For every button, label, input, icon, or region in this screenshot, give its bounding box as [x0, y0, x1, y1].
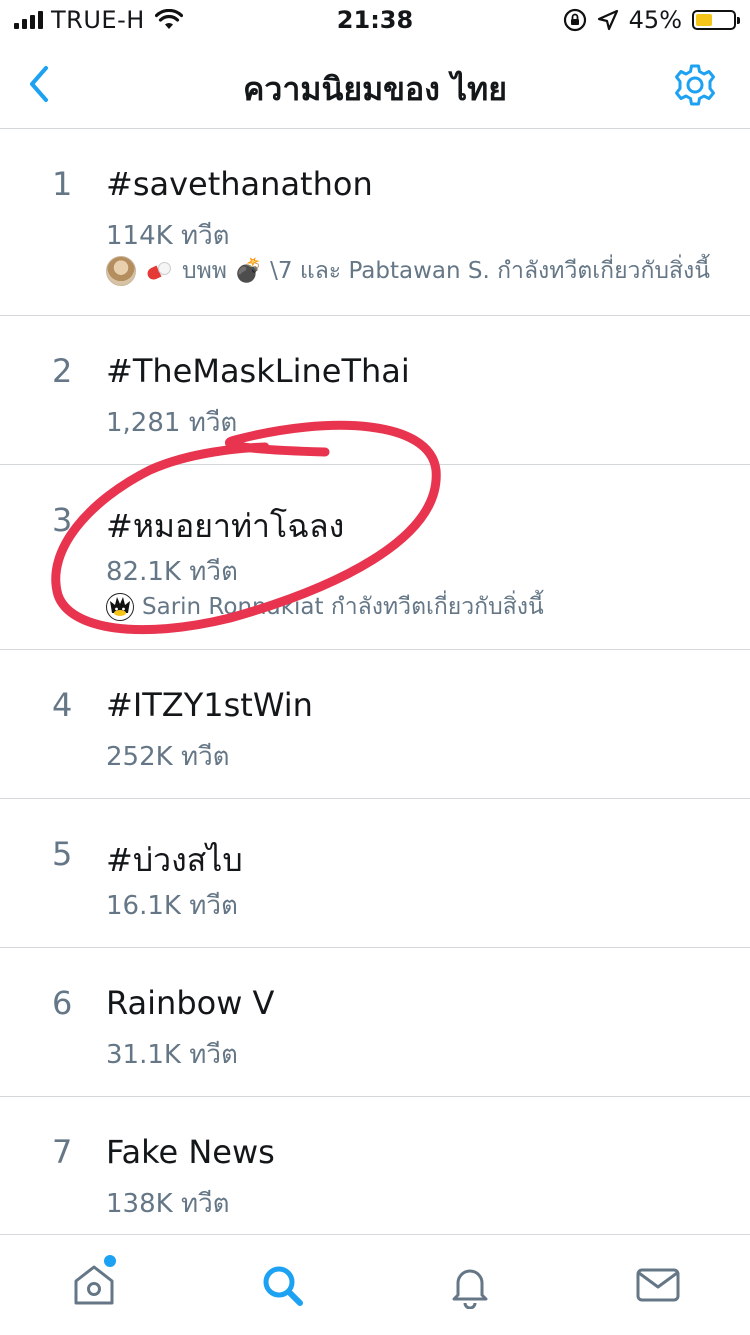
trend-tweet-count: 114K ทวีต	[106, 221, 230, 251]
trend-item-7[interactable]: 7 Fake News 138K ทวีต	[0, 1097, 750, 1239]
user-avatar	[106, 256, 136, 286]
trend-rank: 2	[52, 352, 73, 390]
trend-context-text: บพพ 💣 \7 และ Pabtawan S. กำลังทวีตเกี่ยว…	[182, 258, 710, 284]
gear-icon[interactable]	[672, 62, 718, 108]
trend-tweet-count: 82.1K ทวีต	[106, 557, 238, 587]
trend-name[interactable]: #บ่วงสไบ	[106, 835, 243, 886]
trend-item-5[interactable]: 5 #บ่วงสไบ 16.1K ทวีต	[0, 799, 750, 948]
nav-bar: ความนิยมของ ไทย	[0, 40, 750, 129]
home-icon[interactable]	[70, 1261, 118, 1309]
trend-rank: 1	[52, 165, 73, 203]
trend-name[interactable]: Fake News	[106, 1133, 275, 1171]
page-title: ความนิยมของ ไทย	[243, 70, 507, 108]
orientation-lock-icon	[563, 8, 586, 32]
trend-rank: 4	[52, 686, 73, 724]
location-arrow-icon	[597, 9, 618, 31]
trend-item-4[interactable]: 4 #ITZY1stWin 252K ทวีต	[0, 650, 750, 799]
messages-icon[interactable]	[634, 1261, 682, 1309]
trend-tweet-count: 16.1K ทวีต	[106, 891, 238, 921]
notifications-icon[interactable]	[446, 1261, 494, 1309]
trend-tweet-count: 1,281 ทวีต	[106, 408, 238, 438]
trend-list: 1 #savethanathon 114K ทวีต บพพ 💣 \7 และ …	[0, 129, 750, 1239]
trend-rank: 7	[52, 1133, 73, 1171]
trend-context: บพพ 💣 \7 และ Pabtawan S. กำลังทวีตเกี่ยว…	[106, 253, 710, 289]
trend-item-3[interactable]: 3 #หมอยาท่าโฉลง 82.1K ทวีต Sarin Ronnaki…	[0, 465, 750, 650]
trend-item-1[interactable]: 1 #savethanathon 114K ทวีต บพพ 💣 \7 และ …	[0, 129, 750, 316]
trend-rank: 5	[52, 835, 73, 873]
trend-context-text: Sarin Ronnakiat กำลังทวีตเกี่ยวกับสิ่งนี…	[142, 594, 544, 620]
trend-item-2[interactable]: 2 #TheMaskLineThai 1,281 ทวีต	[0, 316, 750, 465]
trend-name[interactable]: #savethanathon	[106, 165, 373, 203]
trend-name[interactable]: #TheMaskLineThai	[106, 352, 410, 390]
pill-avatar	[147, 261, 171, 280]
search-icon[interactable]	[258, 1261, 306, 1309]
tab-bar	[0, 1234, 750, 1335]
battery-percent: 45%	[628, 6, 682, 34]
status-right: 45%	[563, 6, 740, 34]
trend-name[interactable]: Rainbow V	[106, 984, 274, 1022]
trend-tweet-count: 31.1K ทวีต	[106, 1040, 238, 1070]
badtz-maru-avatar	[106, 593, 134, 621]
trend-name[interactable]: #หมอยาท่าโฉลง	[106, 501, 344, 552]
trend-item-6[interactable]: 6 Rainbow V 31.1K ทวีต	[0, 948, 750, 1097]
trend-tweet-count: 138K ทวีต	[106, 1189, 230, 1219]
trend-tweet-count: 252K ทวีต	[106, 742, 230, 772]
battery-icon	[692, 10, 740, 30]
trend-rank: 6	[52, 984, 73, 1022]
trend-name[interactable]: #ITZY1stWin	[106, 686, 313, 724]
home-notification-dot	[104, 1255, 116, 1267]
trend-rank: 3	[52, 501, 73, 539]
status-bar: TRUE-H 21:38 45%	[0, 0, 750, 40]
trend-context: Sarin Ronnakiat กำลังทวีตเกี่ยวกับสิ่งนี…	[106, 589, 544, 625]
